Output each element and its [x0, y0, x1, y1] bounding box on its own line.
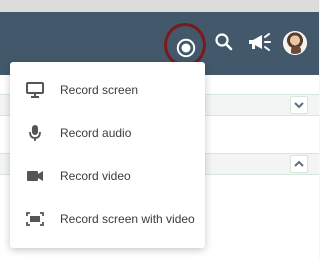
page: Record screen Record audio Record video	[0, 0, 319, 259]
menu-item-record-screen-with-video[interactable]: Record screen with video	[10, 197, 205, 240]
collapse-button[interactable]	[290, 155, 308, 173]
monitor-icon	[24, 81, 46, 99]
avatar[interactable]	[283, 31, 307, 55]
video-camera-icon	[24, 167, 46, 185]
announcements-button[interactable]	[244, 31, 274, 57]
search-button[interactable]	[212, 32, 236, 56]
expand-button[interactable]	[290, 96, 308, 114]
menu-item-label: Record audio	[60, 125, 132, 140]
chevron-up-icon	[294, 155, 304, 173]
microphone-icon	[24, 124, 46, 142]
chevron-down-icon	[294, 96, 304, 114]
menu-item-record-audio[interactable]: Record audio	[10, 111, 205, 154]
screen-video-icon	[24, 210, 46, 228]
record-icon	[176, 38, 196, 63]
menu-item-label: Record screen	[60, 82, 139, 97]
menu-item-label: Record video	[60, 168, 131, 183]
menu-item-label: Record screen with video	[60, 211, 195, 226]
menu-item-record-screen[interactable]: Record screen	[10, 68, 205, 111]
top-strip	[0, 0, 319, 12]
search-icon	[214, 32, 234, 57]
megaphone-icon	[246, 32, 272, 57]
record-menu: Record screen Record audio Record video	[10, 62, 205, 248]
menu-item-record-video[interactable]: Record video	[10, 154, 205, 197]
